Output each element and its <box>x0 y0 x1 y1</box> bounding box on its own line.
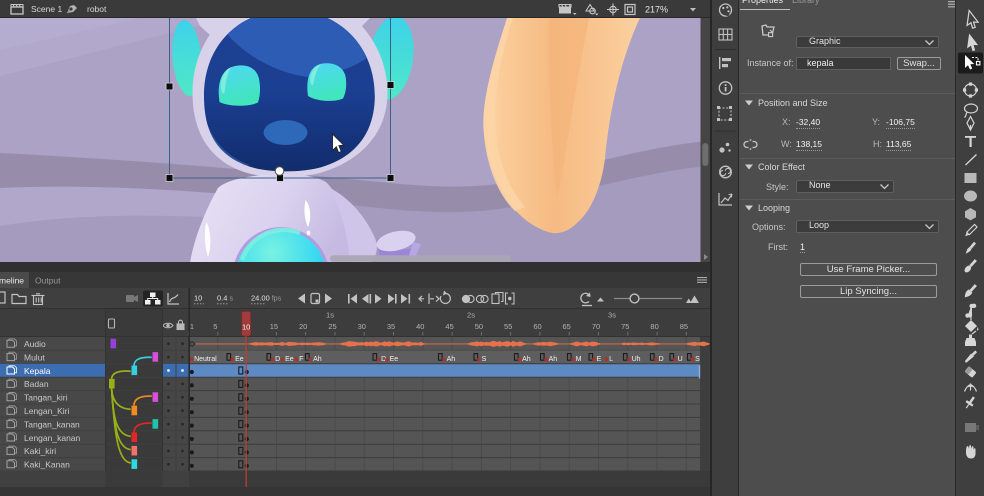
svg-text:Audio: Audio <box>24 339 46 349</box>
svg-text:2s: 2s <box>467 311 475 320</box>
svg-text:D: D <box>659 356 664 363</box>
svg-text:3s: 3s <box>608 311 616 320</box>
svg-text:15: 15 <box>270 322 278 331</box>
svg-text:45: 45 <box>445 322 453 331</box>
svg-text:S: S <box>482 356 487 363</box>
svg-text:10: 10 <box>242 323 250 332</box>
svg-text:Neutral: Neutral <box>194 356 217 363</box>
svg-text:Ah: Ah <box>447 356 456 363</box>
svg-text:65: 65 <box>563 322 571 331</box>
svg-text:60: 60 <box>533 322 541 331</box>
svg-text:Ah: Ah <box>313 356 322 363</box>
svg-text:Uh: Uh <box>632 356 641 363</box>
svg-text:F: F <box>299 356 303 363</box>
svg-text:Lengan_kanan: Lengan_kanan <box>24 433 81 443</box>
svg-text:35: 35 <box>387 322 395 331</box>
svg-text:Ah: Ah <box>522 356 531 363</box>
svg-text:55: 55 <box>504 322 512 331</box>
svg-text:1: 1 <box>190 322 194 331</box>
svg-text:Kaki_kiri: Kaki_kiri <box>24 446 56 456</box>
svg-text:Tangan_kiri: Tangan_kiri <box>24 393 68 403</box>
svg-text:S: S <box>695 356 700 363</box>
svg-text:Ee: Ee <box>235 356 244 363</box>
svg-text:5: 5 <box>213 322 217 331</box>
svg-text:24.00 fps: 24.00 fps <box>251 294 282 303</box>
svg-text:Mulut: Mulut <box>24 352 45 362</box>
svg-text:M: M <box>576 356 582 363</box>
svg-text:30: 30 <box>358 322 366 331</box>
svg-text:Ee: Ee <box>285 356 294 363</box>
svg-text:Ee: Ee <box>390 356 399 363</box>
svg-text:10: 10 <box>194 294 202 303</box>
svg-text:85: 85 <box>680 322 688 331</box>
svg-text:D: D <box>275 356 280 363</box>
svg-text:U: U <box>678 356 683 363</box>
svg-text:217%: 217% <box>645 5 668 15</box>
svg-text:20: 20 <box>299 322 307 331</box>
svg-text:Output: Output <box>35 276 61 286</box>
svg-text:Tangan_kanan: Tangan_kanan <box>24 419 80 429</box>
svg-text:75: 75 <box>621 322 629 331</box>
svg-text:Kaki_Kanan: Kaki_Kanan <box>24 460 70 470</box>
svg-text:40: 40 <box>416 322 424 331</box>
svg-text:L: L <box>609 356 613 363</box>
svg-text:Ah: Ah <box>549 356 558 363</box>
svg-text:70: 70 <box>592 322 600 331</box>
svg-text:25: 25 <box>328 322 336 331</box>
svg-text:Kepala: Kepala <box>24 366 51 376</box>
svg-text:Badan: Badan <box>24 379 49 389</box>
svg-text:1s: 1s <box>326 311 334 320</box>
svg-text:50: 50 <box>475 322 483 331</box>
svg-text:0.4 s: 0.4 s <box>217 294 234 303</box>
svg-text:Lengan_Kiri: Lengan_Kiri <box>24 406 69 416</box>
svg-text:meline: meline <box>0 276 24 286</box>
svg-text:80: 80 <box>650 322 658 331</box>
svg-text:E: E <box>597 356 602 363</box>
